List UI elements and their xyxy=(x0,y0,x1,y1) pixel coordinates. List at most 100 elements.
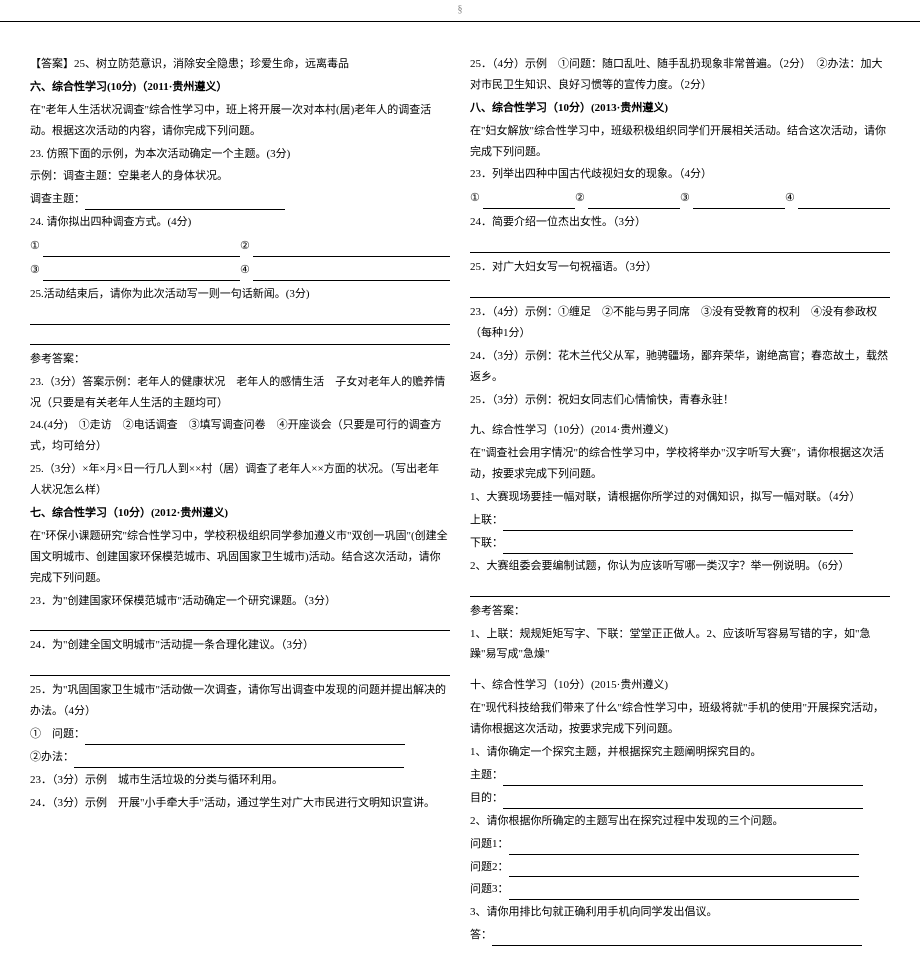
blank-row-3: ① ② ③ ④ xyxy=(470,188,890,209)
sec10-q3: 3、请你用排比句就正确利用手机向同学发出倡议。 xyxy=(470,902,890,923)
blank xyxy=(588,195,680,209)
ref-answers-title: 参考答案： xyxy=(30,349,450,370)
answer-25: 【答案】25、树立防范意识，消除安全隐患；珍爱生命，远离毒品 xyxy=(30,54,450,75)
survey-topic-label: 调查主题： xyxy=(30,193,85,205)
blank xyxy=(85,731,405,745)
num-4: ④ xyxy=(785,188,795,209)
method-label: ②办法： xyxy=(30,751,74,763)
sec10-w1: 问题1： xyxy=(470,834,890,855)
sec9-dn: 下联： xyxy=(470,533,890,554)
q23-a: 23. 仿照下面的示例，为本次活动确定一个主题。(3分) xyxy=(30,144,450,165)
num-4: ④ xyxy=(240,260,250,281)
blank-line xyxy=(470,581,890,597)
num-3: ③ xyxy=(30,260,40,281)
sec9-q1: 1、大赛现场要挂一幅对联，请根据你所学过的对偶知识，拟写一幅对联。（4分） xyxy=(470,487,890,508)
sec7-q23: 23．为"创建国家环保模范城市"活动确定一个研究课题。（3分） xyxy=(30,591,450,612)
num-1: ① xyxy=(470,188,480,209)
q25: 25.活动结束后，请你为此次活动写一则一句话新闻。(3分) xyxy=(30,284,450,305)
sec9-a1: 1、上联：规规矩矩写字、下联：堂堂正正做人。2、应该听写容易写错的字，如"急躁"… xyxy=(470,624,890,666)
ref-25: 25.（3分）×年×月×日一行几人到××村（居）调查了老年人××方面的状况。（写… xyxy=(30,459,450,501)
section-6-title: 六、综合性学习(10分)（2011·贵州遵义） xyxy=(30,77,450,98)
blank-line xyxy=(30,615,450,631)
blank-line xyxy=(30,660,450,676)
ref-23: 23.（3分）答案示例：老年人的健康状况 老年人的感情生活 子女对老年人的赡养情… xyxy=(30,372,450,414)
num-2: ② xyxy=(240,236,250,257)
upper-label: 上联： xyxy=(470,514,503,526)
q2-label: 问题2： xyxy=(470,861,509,873)
left-column: 【答案】25、树立防范意识，消除安全隐患；珍爱生命，远离毒品 六、综合性学习(1… xyxy=(30,52,450,948)
blank xyxy=(43,267,240,281)
blank xyxy=(74,754,404,768)
purpose-label: 目的： xyxy=(470,792,503,804)
section-8-title: 八、综合性学习（10分）(2013·贵州遵义) xyxy=(470,98,890,119)
section-9-intro: 在"调查社会用字情况"的综合性学习中，学校将举办"汉字听写大赛"，请你根据这次活… xyxy=(470,443,890,485)
blank xyxy=(492,932,862,946)
sec8-a23: 23．（4分）示例：①缠足 ②不能与男子同席 ③没有受教育的权利 ④没有参政权（… xyxy=(470,302,890,344)
blank xyxy=(798,195,890,209)
sec8-q24: 24．简要介绍一位杰出女性。（3分） xyxy=(470,212,890,233)
num-2: ② xyxy=(575,188,585,209)
sec10-q1: 1、请你确定一个探究主题，并根据探究主题阐明探究目的。 xyxy=(470,742,890,763)
blank xyxy=(253,243,450,257)
section-10-intro: 在"现代科技给我们带来了什么"综合性学习中，班级将就"手机的使用"开展探究活动，… xyxy=(470,698,890,740)
section-10-title: 十、综合性学习（10分）(2015·贵州遵义) xyxy=(470,675,890,696)
blank xyxy=(509,863,859,877)
blank-line xyxy=(470,282,890,298)
sec10-ans: 答： xyxy=(470,925,890,946)
sec8-q23: 23．列举出四种中国古代歧视妇女的现象。（4分） xyxy=(470,164,890,185)
sec9-ref: 参考答案： xyxy=(470,601,890,622)
blank xyxy=(693,195,785,209)
blank xyxy=(503,540,853,554)
blank xyxy=(509,886,859,900)
blank xyxy=(503,772,863,786)
blank xyxy=(253,267,450,281)
q1-label: 问题1： xyxy=(470,838,509,850)
sec8-a25: 25．（3分）示例：祝妇女同志们心情愉快，青春永驻！ xyxy=(470,390,890,411)
blank-row-1: ① ② xyxy=(30,236,450,257)
blank-line xyxy=(470,237,890,253)
sec7-q25: 25．为"巩固国家卫生城市"活动做一次调查，请你写出调查中发现的问题并提出解决的… xyxy=(30,680,450,722)
sec10-w2: 问题2： xyxy=(470,857,890,878)
sec10-q2: 2、请你根据你所确定的主题写出在探究过程中发现的三个问题。 xyxy=(470,811,890,832)
sec10-mudi: 目的： xyxy=(470,788,890,809)
blank-row-2: ③ ④ xyxy=(30,260,450,281)
page-header-mark: § xyxy=(0,0,920,22)
lower-label: 下联： xyxy=(470,537,503,549)
blank-line xyxy=(30,329,450,345)
sec7-a24: 24．（3分）示例 开展"小手牵大手"活动，通过学生对广大市民进行文明知识宣讲。 xyxy=(30,793,450,814)
sec8-q25: 25．对广大妇女写一句祝福语。（3分） xyxy=(470,257,890,278)
section-6-intro: 在"老年人生活状况调查"综合性学习中，班上将开展一次对本村(居)老年人的调查活动… xyxy=(30,100,450,142)
sec10-w3: 问题3： xyxy=(470,879,890,900)
sec9-q2: 2、大赛组委会要编制试题，你认为应该听写哪一类汉字？举一例说明。（6分） xyxy=(470,556,890,577)
right-column: 25．（4分）示例 ①问题：随口乱吐、随手乱扔现象非常普遍。（2分） ②办法：加… xyxy=(470,52,890,948)
sec7-q25-2: ②办法： xyxy=(30,747,450,768)
topic-label: 主题： xyxy=(470,769,503,781)
sec8-a24: 24．（3分）示例：花木兰代父从军，驰骋疆场，鄙弃荣华，谢绝高官；春恋故土，载然… xyxy=(470,346,890,388)
sec10-zhuti: 主题： xyxy=(470,765,890,786)
answer-label: 答： xyxy=(470,929,492,941)
q3-label: 问题3： xyxy=(470,883,509,895)
blank-line xyxy=(85,196,285,210)
sec7-a23: 23．（3分）示例 城市生活垃圾的分类与循环利用。 xyxy=(30,770,450,791)
q23-b: 示例：调查主题：空巢老人的身体状况。 xyxy=(30,166,450,187)
blank xyxy=(483,195,575,209)
section-9-title: 九、综合性学习（10分）(2014·贵州遵义) xyxy=(470,420,890,441)
q23-c: 调查主题： xyxy=(30,189,450,210)
sec7-q25-1: ① 问题： xyxy=(30,724,450,745)
num-3: ③ xyxy=(680,188,690,209)
section-8-intro: 在"妇女解放"综合性学习中，班级积极组织同学们开展相关活动。结合这次活动，请你完… xyxy=(470,121,890,163)
sec9-up: 上联： xyxy=(470,510,890,531)
blank xyxy=(503,517,853,531)
sec7-a25: 25．（4分）示例 ①问题：随口乱吐、随手乱扔现象非常普遍。（2分） ②办法：加… xyxy=(470,54,890,96)
problem-label: ① 问题： xyxy=(30,728,85,740)
ref-24: 24.(4分) ①走访 ②电话调查 ③填写调查问卷 ④开座谈会（只要是可行的调查… xyxy=(30,415,450,457)
blank-line xyxy=(30,309,450,325)
section-7-title: 七、综合性学习（10分）(2012·贵州遵义) xyxy=(30,503,450,524)
q24: 24. 请你拟出四种调查方式。(4分) xyxy=(30,212,450,233)
num-1: ① xyxy=(30,236,40,257)
blank xyxy=(43,243,240,257)
sec7-q24: 24．为"创建全国文明城市"活动提一条合理化建议。（3分） xyxy=(30,635,450,656)
blank xyxy=(509,841,859,855)
blank xyxy=(503,795,863,809)
section-7-intro: 在"环保小课题研究"综合性学习中，学校积极组织同学参加遵义市"双创一巩固"(创建… xyxy=(30,526,450,589)
